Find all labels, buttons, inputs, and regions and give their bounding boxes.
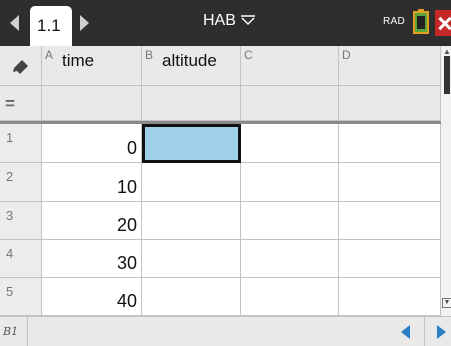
column-letter: D	[342, 48, 351, 62]
row-header-1[interactable]: 1	[0, 124, 42, 163]
cell-d1[interactable]	[339, 124, 441, 163]
formula-cell-c[interactable]	[241, 86, 339, 121]
row-header-4[interactable]: 4	[0, 240, 42, 278]
cell-c2[interactable]	[241, 163, 339, 202]
formula-cell-d[interactable]	[339, 86, 441, 121]
chevron-down-icon[interactable]	[241, 13, 255, 27]
column-header-c[interactable]: C	[241, 46, 339, 86]
cell-b5[interactable]	[142, 278, 241, 316]
cell-b2[interactable]	[142, 163, 241, 202]
cell-value: 0	[126, 138, 137, 158]
next-page-arrow-icon[interactable]	[80, 15, 89, 31]
scroll-left-arrow-icon[interactable]	[401, 325, 410, 339]
cell-a1[interactable]: 0	[42, 124, 142, 163]
bottom-bar: B1	[0, 316, 451, 346]
cell-c5[interactable]	[241, 278, 339, 316]
scroll-up-icon[interactable]: ▲	[443, 47, 451, 56]
column-name: time	[62, 51, 95, 70]
cell-value: 40	[116, 291, 137, 311]
pencil-eraser-icon	[13, 60, 28, 74]
cell-a4[interactable]: 30	[42, 240, 142, 278]
row-number: 1	[6, 130, 14, 145]
row-header-5[interactable]: 5	[0, 278, 42, 316]
page-tab[interactable]: 1.1	[30, 6, 72, 46]
cell-a3[interactable]: 20	[42, 202, 142, 240]
cell-d5[interactable]	[339, 278, 441, 316]
cell-d3[interactable]	[339, 202, 441, 240]
row-number: 5	[6, 284, 14, 299]
row-number: 2	[6, 169, 14, 184]
column-letter: C	[244, 48, 253, 62]
cell-c3[interactable]	[241, 202, 339, 240]
column-letter: B	[145, 48, 154, 62]
column-letter: A	[45, 48, 54, 62]
cell-d2[interactable]	[339, 163, 441, 202]
row-header-2[interactable]: 2	[0, 163, 42, 202]
close-icon[interactable]	[435, 10, 451, 36]
cell-a2[interactable]: 10	[42, 163, 142, 202]
document-title[interactable]: HAB	[203, 12, 236, 30]
cell-reference: B1	[3, 325, 19, 338]
row-number: 3	[6, 208, 14, 223]
angle-mode-indicator: RAD	[383, 16, 406, 27]
column-header-d[interactable]: D	[339, 46, 441, 86]
scroll-right-arrow-icon[interactable]	[437, 325, 446, 339]
row-header-3[interactable]: 3	[0, 202, 42, 240]
column-name: altitude	[162, 51, 217, 70]
formula-cell-a[interactable]	[42, 86, 142, 121]
row-number: 4	[6, 246, 14, 261]
cell-b3[interactable]	[142, 202, 241, 240]
arrow-divider	[424, 317, 425, 346]
battery-icon	[413, 9, 429, 34]
column-header-b[interactable]: B altitude	[142, 46, 241, 86]
cell-c4[interactable]	[241, 240, 339, 278]
cell-value: 10	[116, 177, 137, 197]
cell-d4[interactable]	[339, 240, 441, 278]
cell-b4[interactable]	[142, 240, 241, 278]
cell-c1[interactable]	[241, 124, 339, 163]
previous-page-arrow-icon[interactable]	[10, 15, 19, 31]
vertical-scrollbar[interactable]: ▲ ▼	[441, 46, 451, 316]
scroll-down-icon[interactable]: ▼	[442, 298, 451, 308]
spreadsheet-app: 1.1 HAB RAD A time B altitude C D = 1 0 …	[0, 0, 451, 346]
scrollbar-thumb[interactable]	[444, 56, 450, 94]
top-bar: 1.1 HAB RAD	[0, 0, 451, 46]
cell-value: 20	[116, 215, 137, 235]
corner-cell[interactable]	[0, 46, 42, 86]
formula-row-label: =	[0, 86, 42, 121]
column-header-a[interactable]: A time	[42, 46, 142, 86]
cell-b1-selected[interactable]	[142, 124, 241, 163]
formula-cell-b[interactable]	[142, 86, 241, 121]
cell-reference-box: B1	[0, 317, 28, 346]
page-tab-label: 1.1	[37, 16, 61, 35]
cell-a5[interactable]: 40	[42, 278, 142, 316]
formula-symbol: =	[5, 94, 15, 113]
cell-value: 30	[116, 253, 137, 273]
